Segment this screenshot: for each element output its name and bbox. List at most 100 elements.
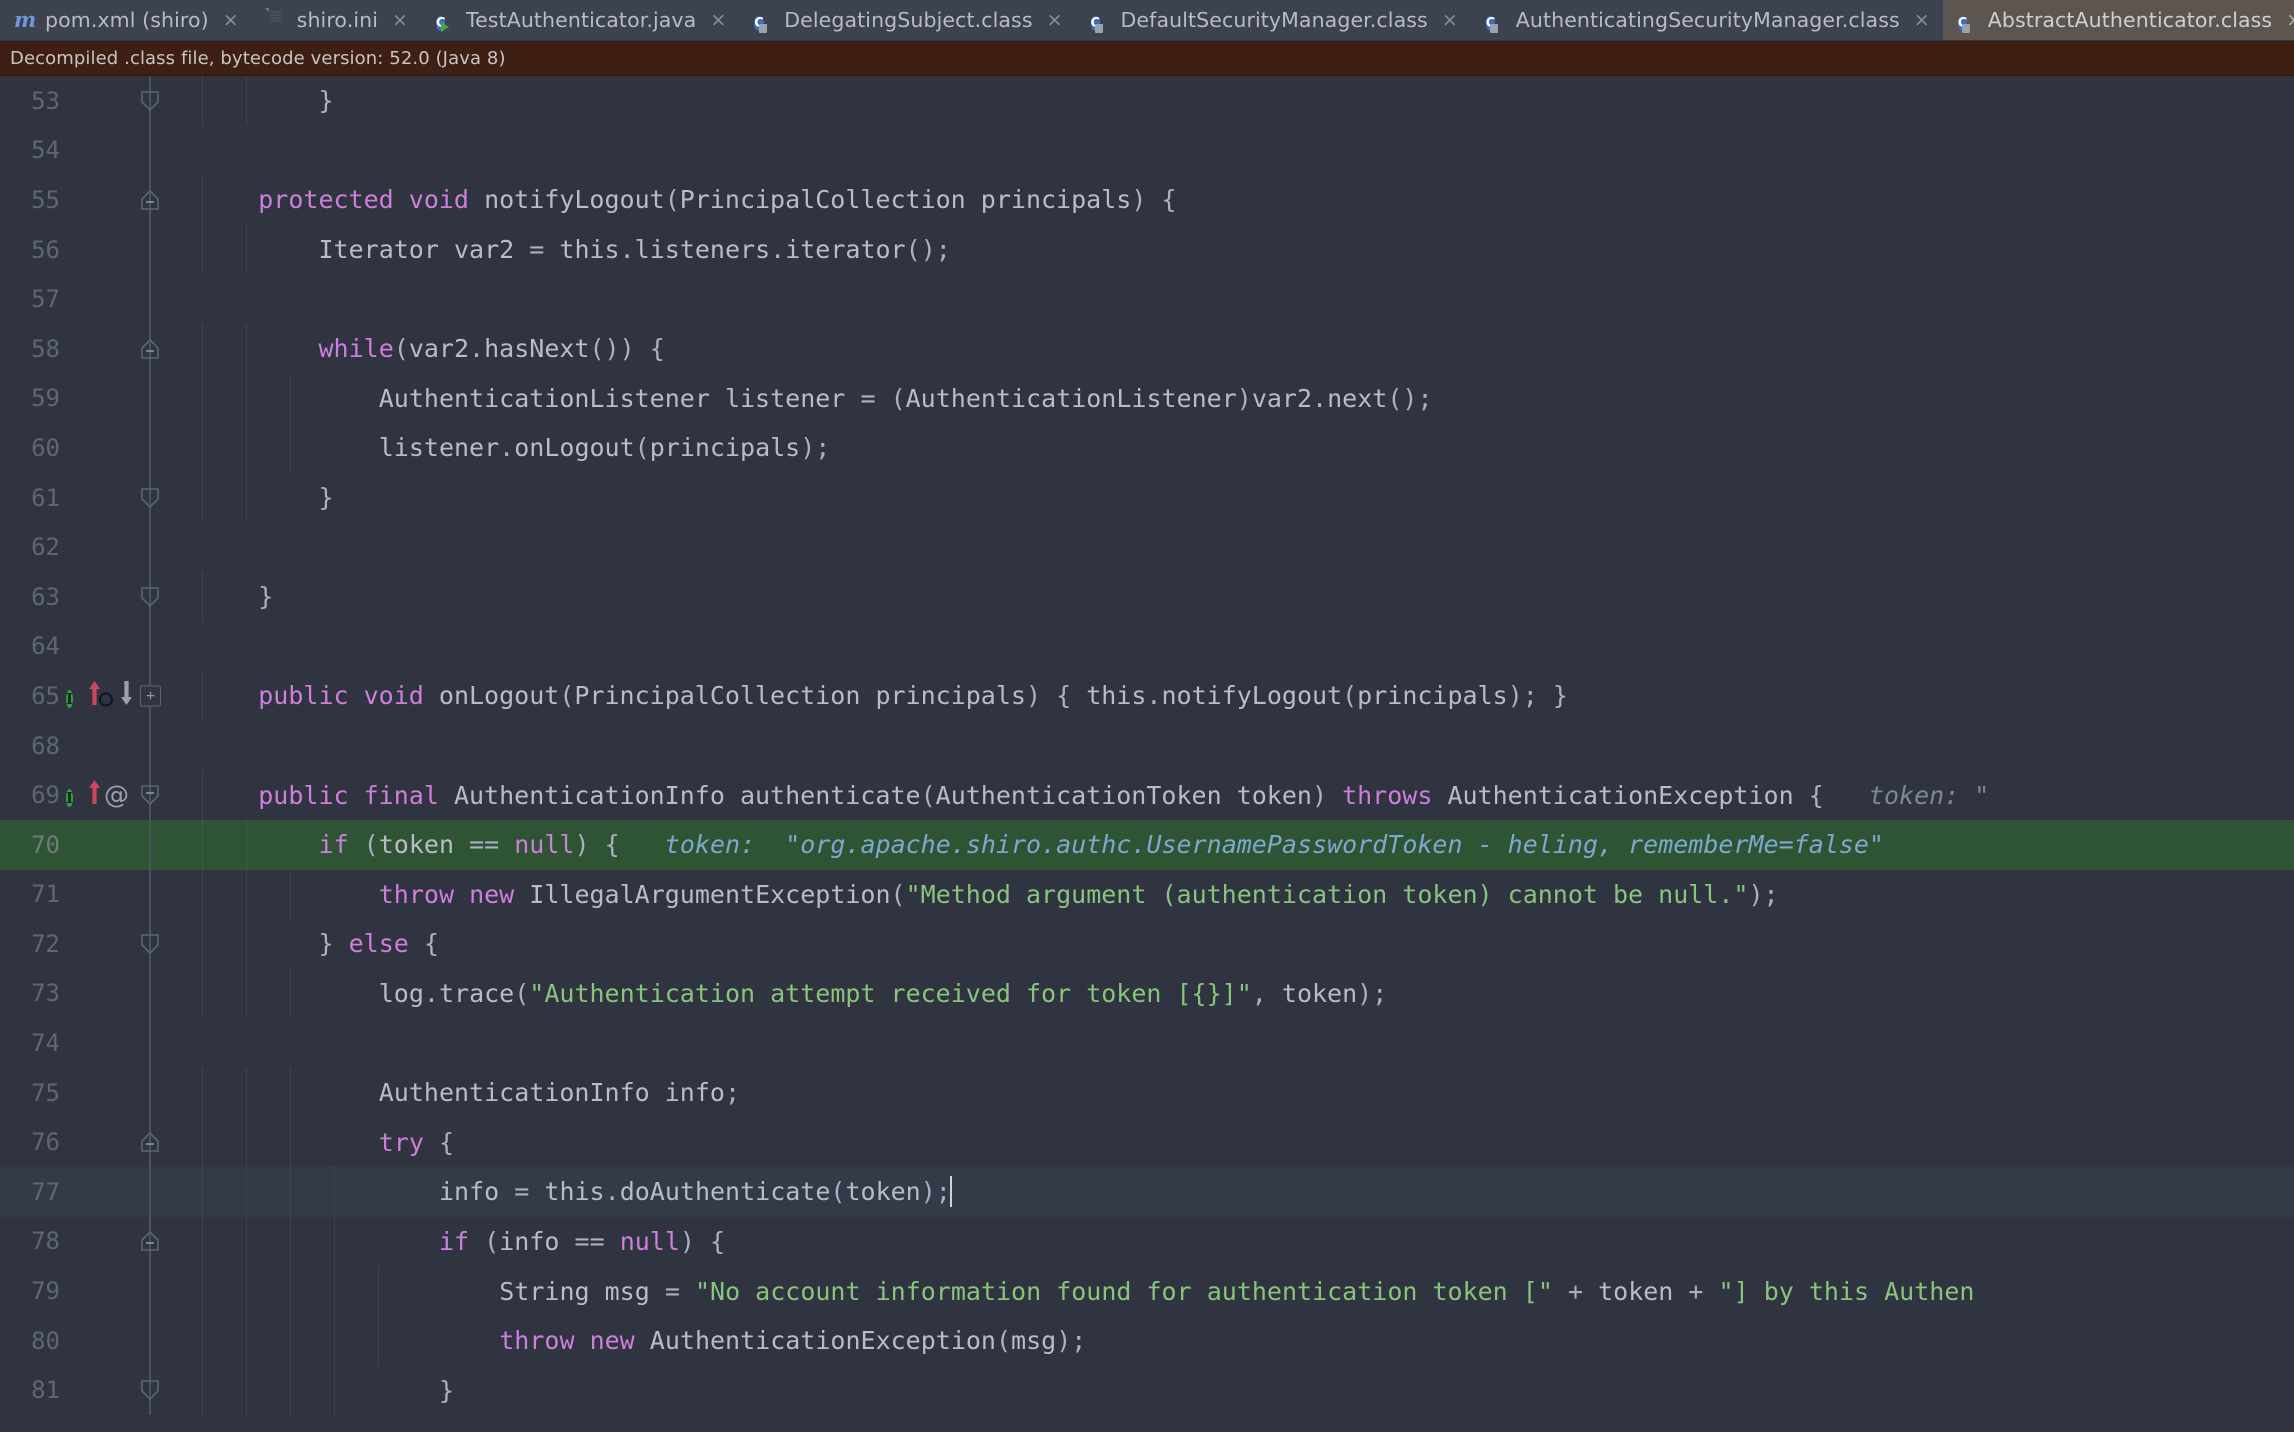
gutter-icons[interactable] xyxy=(66,1365,128,1415)
gutter-icons[interactable] xyxy=(66,1018,128,1068)
fold-gutter[interactable] xyxy=(128,720,172,771)
code-line[interactable]: 72 } else { xyxy=(0,919,2294,969)
code-line-text[interactable] xyxy=(172,522,2294,572)
code-line-text[interactable]: public final AuthenticationInfo authenti… xyxy=(172,770,2294,820)
code-line-text[interactable]: } xyxy=(172,472,2294,523)
code-line[interactable]: 56 Iterator var2 = this.listeners.iterat… xyxy=(0,224,2294,275)
fold-gutter[interactable] xyxy=(128,1266,172,1316)
code-line[interactable]: 74 xyxy=(0,1018,2294,1068)
code-line[interactable]: 78 if (info == null) { xyxy=(0,1216,2294,1267)
code-line-text[interactable]: } xyxy=(172,76,2294,126)
fold-region-end-marker[interactable] xyxy=(139,934,161,954)
fold-gutter[interactable] xyxy=(128,1117,172,1168)
fold-region-start-marker[interactable] xyxy=(139,338,161,359)
code-line-text[interactable]: public void onLogout(PrincipalCollection… xyxy=(172,671,2294,721)
code-line-text[interactable]: while(var2.hasNext()) { xyxy=(172,323,2294,374)
code-line-text[interactable]: } xyxy=(172,1365,2294,1416)
code-editor[interactable]: 53 } 54 55 protected void notifyLogout(Pri… xyxy=(0,76,2294,1432)
code-line[interactable]: 54 xyxy=(0,125,2294,176)
gutter-icons[interactable] xyxy=(66,870,128,920)
fold-gutter[interactable] xyxy=(128,968,172,1019)
gutter-icons[interactable] xyxy=(66,324,128,374)
gutter-icons[interactable] xyxy=(66,126,128,176)
overriding-method-icon[interactable] xyxy=(99,692,113,707)
editor-tab[interactable]: shiro.ini × xyxy=(252,0,421,40)
fold-gutter[interactable] xyxy=(128,919,172,969)
gutter-icons[interactable] xyxy=(66,622,128,672)
fold-gutter[interactable] xyxy=(128,175,172,225)
fold-gutter[interactable] xyxy=(128,224,172,275)
code-line-executing[interactable]: 70 if (token == null) { token: "org.apac… xyxy=(0,819,2294,870)
editor-tab[interactable]: C AuthenticatingSecurityManager.class × xyxy=(1471,0,1943,40)
tab-close-icon[interactable]: × xyxy=(1047,10,1063,30)
gutter-icons[interactable] xyxy=(66,423,128,473)
code-line-text[interactable]: } else { xyxy=(172,919,2294,969)
code-line[interactable]: 62 xyxy=(0,522,2294,572)
code-line[interactable]: 53 } xyxy=(0,76,2294,126)
fold-gutter[interactable] xyxy=(128,1315,172,1366)
code-line-text[interactable]: log.trace("Authentication attempt receiv… xyxy=(172,968,2294,1019)
implementing-method-icon[interactable]: I xyxy=(66,789,74,808)
editor-tab[interactable]: C DelegatingSubject.class × xyxy=(739,0,1075,40)
code-line[interactable]: 68 xyxy=(0,720,2294,771)
code-line-text[interactable]: info = this.doAuthenticate(token); xyxy=(172,1167,2294,1217)
code-line-text[interactable]: if (token == null) { token: "org.apache.… xyxy=(172,819,2294,870)
code-line[interactable]: 76 try { xyxy=(0,1117,2294,1168)
code-line[interactable]: 71 throw new IllegalArgumentException("M… xyxy=(0,869,2294,920)
code-line[interactable]: 63 } xyxy=(0,571,2294,622)
code-line[interactable]: 64 xyxy=(0,621,2294,672)
code-line-text[interactable]: Iterator var2 = this.listeners.iterator(… xyxy=(172,224,2294,275)
code-line[interactable]: 65 I + public void onLogout(PrincipalColle… xyxy=(0,671,2294,721)
fold-region-end-marker[interactable] xyxy=(139,487,161,508)
gutter-icons[interactable] xyxy=(66,1068,128,1118)
fold-gutter[interactable] xyxy=(128,819,172,870)
tab-close-icon[interactable]: × xyxy=(2286,10,2294,30)
fold-region-start-marker[interactable] xyxy=(139,1231,161,1252)
fold-region-end-marker[interactable] xyxy=(139,1380,161,1401)
code-line-text[interactable]: throw new AuthenticationException(msg); xyxy=(172,1315,2294,1366)
fold-region-start-marker[interactable] xyxy=(139,189,161,210)
code-line[interactable]: 77 info = this.doAuthenticate(token); xyxy=(0,1167,2294,1217)
fold-gutter[interactable] xyxy=(128,1067,172,1118)
fold-region-start-marker[interactable] xyxy=(139,1132,161,1153)
overridden-method-up-arrow-icon[interactable] xyxy=(88,779,101,811)
gutter-icons[interactable] xyxy=(66,721,128,771)
editor-tab[interactable]: C TestAuthenticator.java × xyxy=(421,0,739,40)
fold-gutter[interactable] xyxy=(128,522,172,572)
gutter-icons[interactable] xyxy=(66,473,128,523)
code-line-text[interactable]: listener.onLogout(principals); xyxy=(172,423,2294,473)
gutter-icons[interactable] xyxy=(66,969,128,1019)
gutter-icons[interactable]: I xyxy=(66,671,132,721)
fold-gutter[interactable]: + xyxy=(128,671,172,721)
code-line-text[interactable]: AuthenticationInfo info; xyxy=(172,1067,2294,1118)
gutter-icons[interactable] xyxy=(66,76,128,126)
code-line-text[interactable] xyxy=(172,274,2294,324)
gutter-icons[interactable] xyxy=(66,522,128,572)
code-line-text[interactable]: protected void notifyLogout(PrincipalCol… xyxy=(172,175,2294,225)
gutter-icons[interactable] xyxy=(66,374,128,424)
fold-gutter[interactable] xyxy=(128,76,172,126)
gutter-icons[interactable] xyxy=(66,572,128,622)
tab-close-icon[interactable]: × xyxy=(710,10,726,30)
code-line-text[interactable]: } xyxy=(172,571,2294,622)
tab-close-icon[interactable]: × xyxy=(1914,10,1930,30)
code-line[interactable]: 81 } xyxy=(0,1365,2294,1416)
gutter-icons[interactable]: I @ xyxy=(66,770,129,820)
fold-gutter[interactable] xyxy=(128,1018,172,1068)
code-line[interactable]: 59 AuthenticationListener listener = (Au… xyxy=(0,373,2294,424)
fold-gutter[interactable] xyxy=(128,1365,172,1416)
gutter-icons[interactable] xyxy=(66,820,128,870)
code-line-text[interactable] xyxy=(172,622,2294,672)
code-line-text[interactable]: AuthenticationListener listener = (Authe… xyxy=(172,373,2294,424)
implementing-method-icon[interactable]: I xyxy=(66,689,74,708)
fold-expand-marker[interactable]: + xyxy=(140,685,161,707)
editor-tab-active[interactable]: C AbstractAuthenticator.class × xyxy=(1942,0,2294,40)
gutter-icons[interactable] xyxy=(66,919,128,969)
code-line-text[interactable]: try { xyxy=(172,1117,2294,1168)
code-line[interactable]: 73 log.trace("Authentication attempt rec… xyxy=(0,968,2294,1019)
fold-region-end-marker[interactable] xyxy=(139,785,161,806)
code-line[interactable]: 58 while(var2.hasNext()) { xyxy=(0,323,2294,374)
fold-gutter[interactable] xyxy=(128,323,172,374)
gutter-icons[interactable] xyxy=(66,1217,128,1267)
fold-gutter[interactable] xyxy=(128,770,172,820)
